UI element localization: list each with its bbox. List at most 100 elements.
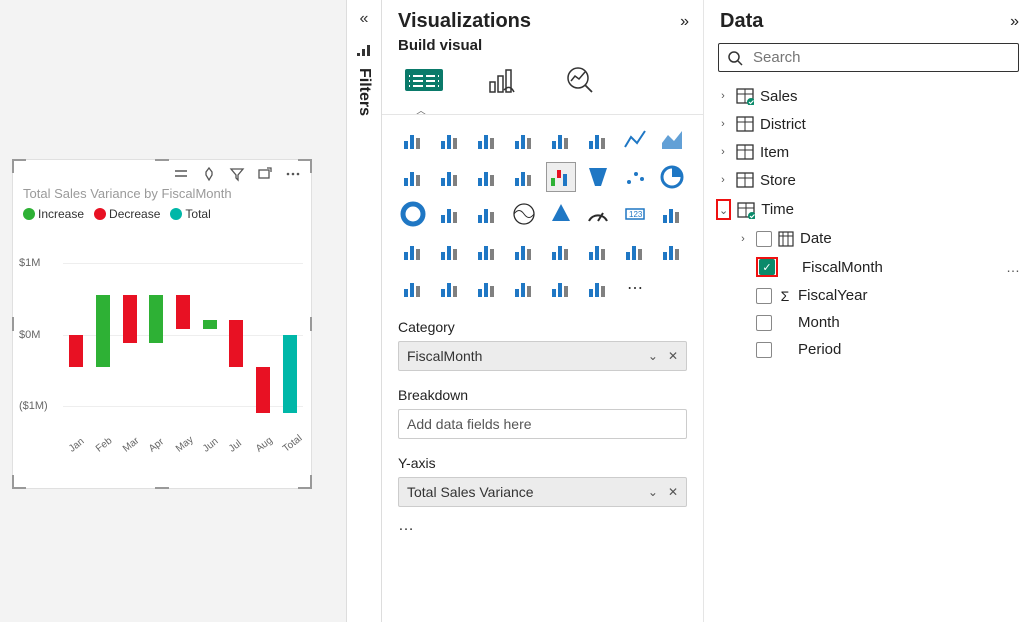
tab-build[interactable] [402,62,446,98]
viz-power-apps[interactable] [546,273,576,303]
viz-azure-map[interactable] [546,199,576,229]
drillmode-icon[interactable] [173,166,189,182]
field-fiscalyear[interactable]: ΣFiscalYear [716,282,1021,309]
checkbox-checked[interactable]: ✓ [759,259,775,275]
viz-funnel[interactable] [583,162,613,192]
viz-kpi[interactable] [398,236,428,266]
viz-stacked-column[interactable] [435,125,465,155]
viz-area[interactable] [657,125,687,155]
yaxis-label: Y-axis [382,449,703,473]
table-store[interactable]: ›Store [716,166,1021,194]
checkbox[interactable] [756,315,772,331]
field-month[interactable]: Month [716,309,1021,336]
viz-100-stacked-column[interactable] [583,125,613,155]
viz-paginated[interactable] [472,273,502,303]
field-dropdown-icon[interactable]: ⌄ [648,485,658,499]
checkbox[interactable] [756,288,772,304]
table-district[interactable]: ›District [716,110,1021,138]
viz-100-stacked-bar[interactable] [546,125,576,155]
table-item[interactable]: ›Item [716,138,1021,166]
resize-handle-tr[interactable] [298,159,312,173]
viz-metrics[interactable] [509,273,539,303]
field-more-icon[interactable]: … [1006,259,1021,275]
bar-Apr[interactable] [143,227,170,442]
bar-Mar[interactable] [116,227,143,442]
bar-Feb[interactable] [90,227,117,442]
viz-py-visual[interactable] [583,236,613,266]
viz-filled-map[interactable] [509,199,539,229]
viz-line[interactable] [620,125,650,155]
tab-format[interactable] [480,62,524,98]
bar-Total[interactable] [276,227,303,442]
viz-clustered-bar[interactable] [472,125,502,155]
viz-qna[interactable] [398,273,428,303]
viz-waterfall[interactable] [546,162,576,192]
report-canvas[interactable]: Total Sales Variance by FiscalMonth Incr… [0,0,346,622]
focus-icon[interactable] [257,166,273,182]
viz-card[interactable]: 123 [620,199,650,229]
legend-increase[interactable]: Increase [23,207,84,221]
bar-Jul[interactable] [223,227,250,442]
resize-handle-bl[interactable] [12,475,26,489]
filter-icon[interactable] [229,166,245,182]
pin-icon[interactable] [201,166,217,182]
field-remove-icon[interactable]: ✕ [668,349,678,363]
checkbox[interactable] [756,231,772,247]
viz-power-automate[interactable] [583,273,613,303]
filters-pane-collapsed[interactable]: « Filters [346,0,382,622]
checkbox[interactable] [756,342,772,358]
resize-handle-r[interactable] [310,317,312,331]
y-tick: $1M [19,257,40,269]
viz-decomposition-tree[interactable] [657,236,687,266]
bar-Aug[interactable] [250,227,277,442]
bar-May[interactable] [170,227,197,442]
bar-Jun[interactable] [196,227,223,442]
legend-total[interactable]: Total [170,207,210,221]
viz-matrix[interactable] [509,236,539,266]
resize-handle-tl[interactable] [12,159,26,173]
more-fields-icon[interactable]: … [382,517,703,535]
field-fiscalmonth[interactable]: ✓FiscalMonth… [716,252,1021,282]
viz-r-visual[interactable] [546,236,576,266]
table-time[interactable]: ⌄Time [716,194,1021,225]
viz-slicer[interactable] [435,236,465,266]
viz-gauge[interactable] [583,199,613,229]
field-period[interactable]: Period [716,336,1021,363]
search-input[interactable] [751,48,1010,67]
expand-filters-icon[interactable]: « [360,6,369,36]
viz-stacked-bar[interactable] [398,125,428,155]
viz-line-clustered-column[interactable] [472,162,502,192]
field-dropdown-icon[interactable]: ⌄ [648,349,658,363]
resize-handle-t[interactable] [155,159,169,161]
viz-scatter[interactable] [620,162,650,192]
viz-stacked-area[interactable] [398,162,428,192]
viz-pie[interactable] [657,162,687,192]
category-well[interactable]: FiscalMonth ⌄✕ [398,341,687,371]
waterfall-visual[interactable]: Total Sales Variance by FiscalMonth Incr… [12,159,312,489]
viz-table[interactable] [472,236,502,266]
viz-multi-row-card[interactable] [657,199,687,229]
resize-handle-b[interactable] [155,487,169,489]
viz-line-stacked-column[interactable] [435,162,465,192]
viz-smart-narrative[interactable] [435,273,465,303]
collapse-data-icon[interactable]: » [1010,13,1019,31]
legend-decrease[interactable]: Decrease [94,207,160,221]
resize-handle-l[interactable] [12,317,14,331]
viz-clustered-column[interactable] [509,125,539,155]
tab-analytics[interactable] [558,62,602,98]
table-sales[interactable]: ›Sales [716,82,1021,110]
viz-ribbon[interactable] [509,162,539,192]
viz-map[interactable] [472,199,502,229]
field-date[interactable]: ›Date [716,225,1021,252]
field-remove-icon[interactable]: ✕ [668,485,678,499]
collapse-viz-icon[interactable]: » [680,13,689,31]
viz-more[interactable]: ⋯ [620,273,650,303]
breakdown-well[interactable]: Add data fields here [398,409,687,439]
search-input-wrapper[interactable] [718,43,1019,72]
viz-treemap[interactable] [435,199,465,229]
viz-donut[interactable] [398,199,428,229]
bar-Jan[interactable] [63,227,90,442]
viz-key-influencers[interactable] [620,236,650,266]
resize-handle-br[interactable] [298,475,312,489]
yaxis-well[interactable]: Total Sales Variance ⌄✕ [398,477,687,507]
